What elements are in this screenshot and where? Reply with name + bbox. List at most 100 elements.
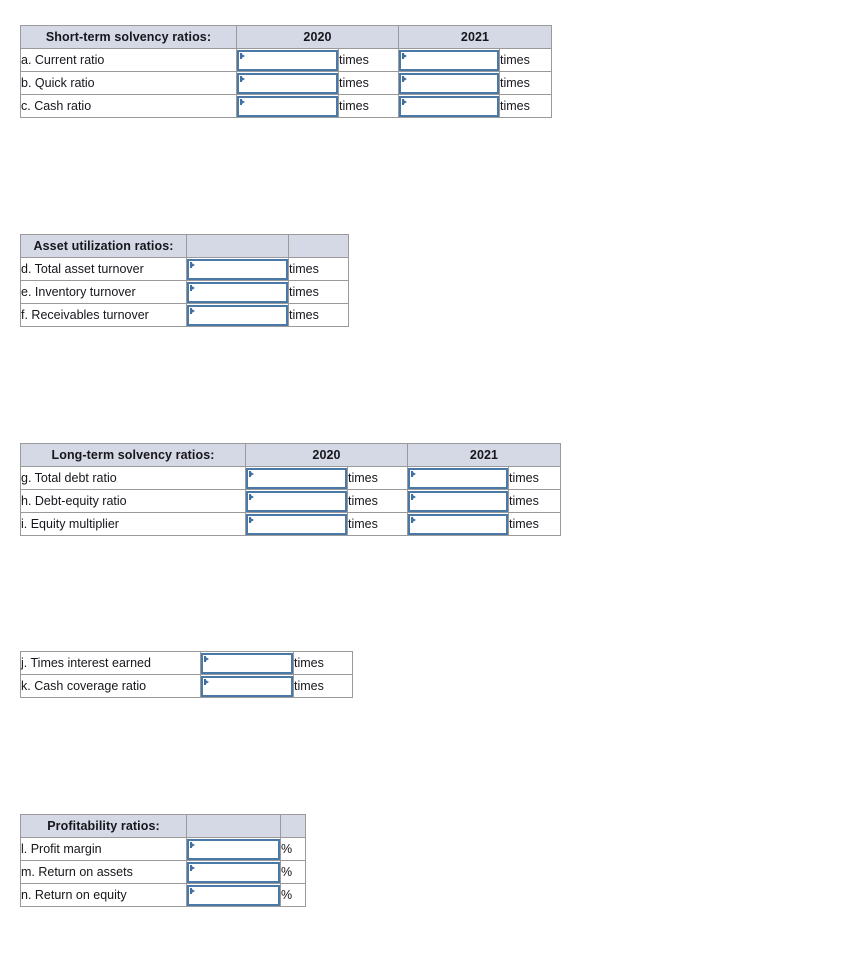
- answer-wrapper: [399, 72, 499, 94]
- table-row: f. Receivables turnover times: [20, 303, 349, 327]
- unit-label: times: [508, 512, 561, 536]
- total-asset-turnover-input[interactable]: [187, 258, 288, 280]
- long-term-solvency-table: Long-term solvency ratios: 2020 2021 g. …: [20, 443, 561, 536]
- table-row: c. Cash ratio times times: [20, 94, 552, 118]
- cash-ratio-2020-cell: [236, 94, 339, 118]
- answer-wrapper: [187, 838, 280, 860]
- equity-multiplier-2021-input[interactable]: [408, 513, 508, 535]
- row-label: n. Return on equity: [20, 883, 187, 907]
- profit-margin-cell: [186, 837, 281, 861]
- return-on-equity-cell: [186, 883, 281, 907]
- row-label: l. Profit margin: [20, 837, 187, 861]
- debt-equity-ratio-2021-input[interactable]: [408, 490, 508, 512]
- cash-coverage-ratio-input[interactable]: [201, 675, 293, 697]
- equity-multiplier-2020-input[interactable]: [246, 513, 347, 535]
- column-header-2021: 2021: [407, 443, 561, 467]
- unit-label: times: [499, 94, 552, 118]
- column-header-2020: 2020: [245, 443, 408, 467]
- answer-wrapper: [246, 490, 347, 512]
- column-header-blank-1: [186, 234, 289, 258]
- equity-multiplier-2020-cell: [245, 512, 348, 536]
- row-label: h. Debt-equity ratio: [20, 489, 246, 513]
- profit-margin-input[interactable]: [187, 838, 280, 860]
- total-debt-ratio-2020-input[interactable]: [246, 467, 347, 489]
- current-ratio-2021-cell: [398, 48, 500, 72]
- row-label: j. Times interest earned: [20, 651, 201, 675]
- unit-label: times: [288, 257, 349, 281]
- unit-label: times: [347, 466, 408, 490]
- cash-ratio-2020-input[interactable]: [237, 95, 338, 117]
- worksheet-canvas: Short-term solvency ratios: 2020 2021 a.…: [0, 0, 861, 964]
- times-interest-earned-input[interactable]: [201, 652, 293, 674]
- receivables-turnover-input[interactable]: [187, 304, 288, 326]
- current-ratio-2020-input[interactable]: [237, 49, 338, 71]
- answer-wrapper: [408, 490, 508, 512]
- table-header-row: Asset utilization ratios:: [20, 234, 349, 258]
- table-row: d. Total asset turnover times: [20, 257, 349, 281]
- table-row: j. Times interest earned times: [20, 651, 353, 675]
- answer-wrapper: [237, 95, 338, 117]
- unit-label: %: [280, 860, 306, 884]
- total-asset-turnover-cell: [186, 257, 289, 281]
- row-label: c. Cash ratio: [20, 94, 237, 118]
- table-title: Long-term solvency ratios:: [20, 443, 246, 467]
- unit-label: %: [280, 883, 306, 907]
- column-header-2020: 2020: [236, 25, 399, 49]
- answer-wrapper: [201, 652, 293, 674]
- unit-label: times: [499, 71, 552, 95]
- debt-equity-ratio-2020-input[interactable]: [246, 490, 347, 512]
- debt-equity-ratio-2021-cell: [407, 489, 509, 513]
- answer-wrapper: [187, 281, 288, 303]
- answer-wrapper: [187, 861, 280, 883]
- return-on-assets-input[interactable]: [187, 861, 280, 883]
- cash-ratio-2021-input[interactable]: [399, 95, 499, 117]
- table-row: n. Return on equity %: [20, 883, 306, 907]
- unit-label: times: [338, 94, 399, 118]
- return-on-assets-cell: [186, 860, 281, 884]
- table-title: Profitability ratios:: [20, 814, 187, 838]
- current-ratio-2021-input[interactable]: [399, 49, 499, 71]
- table-row: b. Quick ratio times times: [20, 71, 552, 95]
- inventory-turnover-input[interactable]: [187, 281, 288, 303]
- table-title: Asset utilization ratios:: [20, 234, 187, 258]
- answer-wrapper: [399, 49, 499, 71]
- table-row: a. Current ratio times times: [20, 48, 552, 72]
- unit-label: times: [293, 651, 353, 675]
- row-label: k. Cash coverage ratio: [20, 674, 201, 698]
- profitability-table: Profitability ratios: l. Profit margin %…: [20, 814, 306, 907]
- unit-label: times: [508, 466, 561, 490]
- equity-multiplier-2021-cell: [407, 512, 509, 536]
- row-label: i. Equity multiplier: [20, 512, 246, 536]
- table-title: Short-term solvency ratios:: [20, 25, 237, 49]
- quick-ratio-2021-cell: [398, 71, 500, 95]
- row-label: d. Total asset turnover: [20, 257, 187, 281]
- column-header-2021: 2021: [398, 25, 552, 49]
- return-on-equity-input[interactable]: [187, 884, 280, 906]
- table-row: l. Profit margin %: [20, 837, 306, 861]
- row-label: e. Inventory turnover: [20, 280, 187, 304]
- cash-coverage-ratio-cell: [200, 674, 294, 698]
- table-row: k. Cash coverage ratio times: [20, 674, 353, 698]
- quick-ratio-2021-input[interactable]: [399, 72, 499, 94]
- quick-ratio-2020-input[interactable]: [237, 72, 338, 94]
- table-row: h. Debt-equity ratio times times: [20, 489, 561, 513]
- row-label: f. Receivables turnover: [20, 303, 187, 327]
- answer-wrapper: [246, 513, 347, 535]
- row-label: g. Total debt ratio: [20, 466, 246, 490]
- column-header-blank-2: [280, 814, 306, 838]
- unit-label: times: [347, 489, 408, 513]
- unit-label: times: [508, 489, 561, 513]
- column-header-blank-2: [288, 234, 349, 258]
- inventory-turnover-cell: [186, 280, 289, 304]
- unit-label: times: [347, 512, 408, 536]
- times-interest-earned-cell: [200, 651, 294, 675]
- short-term-solvency-table: Short-term solvency ratios: 2020 2021 a.…: [20, 25, 552, 118]
- table-row: m. Return on assets %: [20, 860, 306, 884]
- answer-wrapper: [187, 884, 280, 906]
- unit-label: times: [338, 71, 399, 95]
- total-debt-ratio-2021-input[interactable]: [408, 467, 508, 489]
- unit-label: times: [288, 303, 349, 327]
- table-row: i. Equity multiplier times times: [20, 512, 561, 536]
- row-label: m. Return on assets: [20, 860, 187, 884]
- row-label: a. Current ratio: [20, 48, 237, 72]
